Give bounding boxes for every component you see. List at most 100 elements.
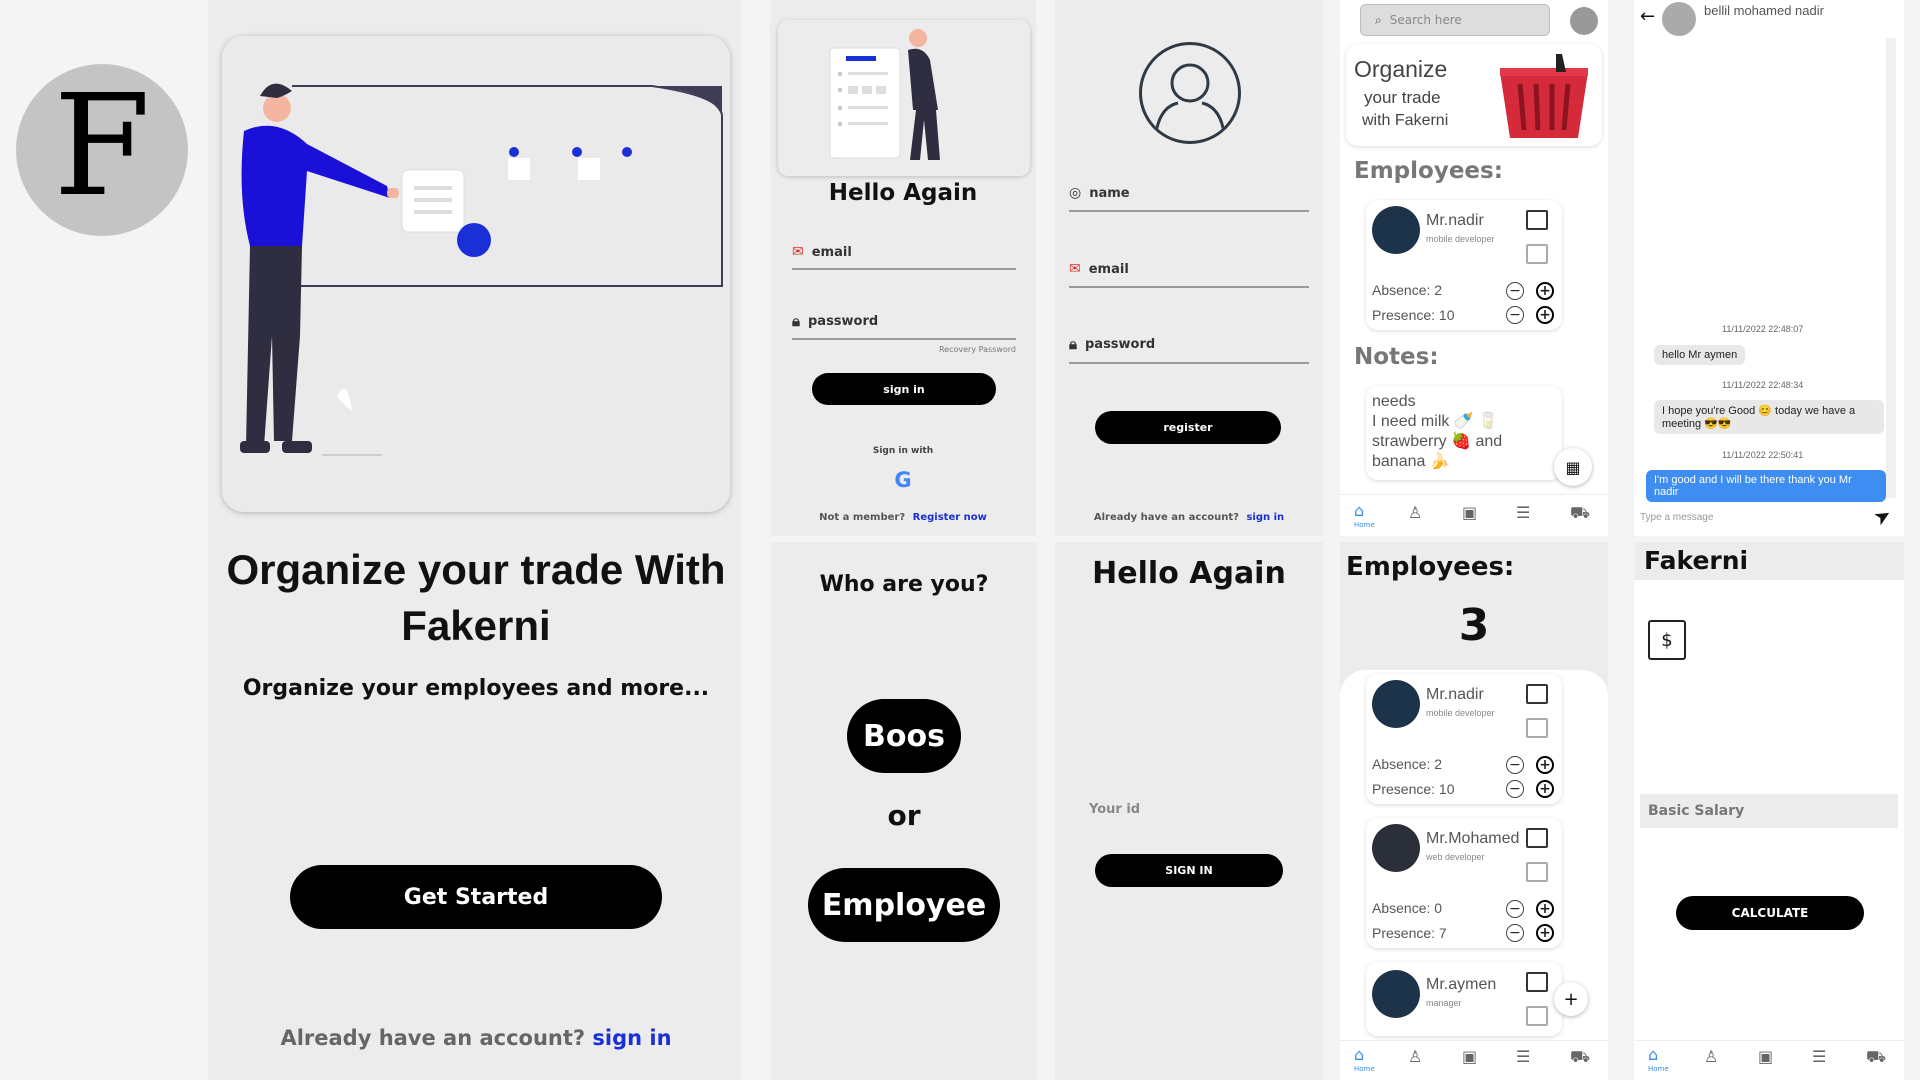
person-icon: ◎ — [1069, 185, 1082, 201]
employees-heading: Employees: — [1346, 552, 1515, 582]
plus-presence-button[interactable]: + — [1536, 306, 1554, 324]
absence-count: Absence: 2 — [1372, 282, 1443, 298]
employee-role: mobile developer — [1426, 708, 1495, 718]
cart-icon[interactable]: ⛟ — [1570, 503, 1590, 524]
notes-icon[interactable]: ☰ — [1812, 1047, 1826, 1066]
salary-icon[interactable]: ▣ — [1462, 503, 1477, 522]
id-card-icon[interactable] — [1526, 972, 1548, 992]
calculator-fab[interactable]: ▦ — [1554, 448, 1592, 486]
or-label: or — [887, 799, 921, 832]
minus-absence-button[interactable]: − — [1506, 282, 1524, 300]
login-screen: Hello Again ✉ email 🔒︎ password Recovery… — [770, 0, 1036, 536]
mail-icon[interactable] — [1526, 862, 1548, 882]
avatar — [1372, 824, 1420, 872]
plus-absence-button[interactable]: + — [1536, 282, 1554, 300]
plus-presence-button[interactable]: + — [1536, 924, 1554, 942]
employee-role: manager — [1426, 998, 1462, 1008]
login-password-field[interactable]: 🔒︎ password — [792, 304, 1016, 340]
login-email-field[interactable]: ✉ email — [792, 236, 1016, 270]
send-icon[interactable]: ➤ — [1869, 501, 1896, 530]
id-card-icon[interactable] — [1526, 210, 1548, 230]
employee-card[interactable]: Mr.aymen manager — [1366, 962, 1562, 1036]
employee-card[interactable]: Mr.nadir mobile developer Absence: 2 Pre… — [1366, 200, 1562, 330]
id-card-icon[interactable] — [1526, 684, 1548, 704]
form-illustration — [829, 29, 940, 160]
plus-absence-button[interactable]: + — [1536, 756, 1554, 774]
shopping-basket-icon — [1500, 54, 1588, 138]
message-bubble: I hope you're Good 😊 today we have a mee… — [1654, 400, 1884, 434]
register-signin-link[interactable]: sign in — [1246, 512, 1284, 523]
notes-card[interactable]: needs I need milk 🍼 🥛 strawberry 🍓 and b… — [1366, 386, 1562, 480]
banner-line-3: with Fakerni — [1362, 112, 1449, 129]
absence-count: Absence: 2 — [1372, 756, 1443, 772]
mail-icon[interactable] — [1526, 244, 1548, 264]
notes-icon[interactable]: ☰ — [1516, 503, 1530, 522]
employee-role: web developer — [1426, 852, 1485, 862]
mail-icon[interactable] — [1526, 718, 1548, 738]
cart-icon[interactable]: ⛟ — [1866, 1047, 1886, 1068]
home-icon[interactable]: ⌂ — [1648, 1045, 1658, 1064]
employees-icon[interactable]: ♙ — [1408, 1047, 1422, 1066]
employees-list: Mr.nadir mobile developer Absence: 2 Pre… — [1340, 670, 1608, 1080]
employees-count: 3 — [1458, 600, 1490, 651]
calculate-button[interactable]: CALCULATE — [1676, 896, 1864, 930]
search-icon: ⌕ — [1375, 12, 1382, 27]
register-button[interactable]: register — [1095, 411, 1281, 444]
mail-icon[interactable] — [1526, 1006, 1548, 1026]
register-now-link[interactable]: Register now — [913, 512, 987, 523]
employees-icon[interactable]: ♙ — [1704, 1047, 1718, 1066]
plus-absence-button[interactable]: + — [1536, 900, 1554, 918]
user-outline-icon — [1154, 63, 1226, 134]
plus-presence-button[interactable]: + — [1536, 780, 1554, 798]
landing-signin-link[interactable]: sign in — [592, 1026, 671, 1050]
home-icon[interactable]: ⌂ — [1354, 501, 1364, 520]
id-signin-button[interactable]: SIGN IN — [1095, 854, 1283, 887]
register-email-field[interactable]: ✉ email — [1069, 252, 1309, 288]
minus-presence-button[interactable]: − — [1506, 780, 1524, 798]
contact-avatar[interactable] — [1662, 2, 1696, 36]
register-footer: Already have an account? sign in — [1055, 512, 1323, 523]
landing-subtitle: Organize your employees and more... — [242, 676, 710, 701]
minus-absence-button[interactable]: − — [1506, 756, 1524, 774]
minus-presence-button[interactable]: − — [1506, 306, 1524, 324]
login-password-placeholder: password — [807, 313, 879, 329]
add-employee-fab[interactable]: + — [1554, 982, 1588, 1016]
employee-card[interactable]: Mr.Mohamed web developer Absence: 0 Pres… — [1366, 818, 1562, 948]
banner-line-2: your trade — [1364, 88, 1441, 107]
presence-count: Presence: 10 — [1372, 307, 1455, 323]
id-card-icon[interactable] — [1526, 828, 1548, 848]
avatar — [1372, 206, 1420, 254]
user-avatar[interactable] — [1570, 7, 1598, 35]
google-icon[interactable]: G — [891, 468, 915, 492]
salary-screen: Fakerni $ Basic Salary CALCULATE ⌂ Home … — [1634, 542, 1904, 1080]
landing-illustration — [222, 36, 730, 512]
salary-icon[interactable]: ▣ — [1758, 1047, 1773, 1066]
register-email-placeholder: email — [1088, 261, 1129, 277]
home-icon[interactable]: ⌂ — [1354, 1045, 1364, 1064]
back-arrow-icon[interactable]: ← — [1640, 6, 1655, 27]
absence-count: Absence: 0 — [1372, 900, 1443, 916]
logo-letter: F — [53, 64, 151, 228]
register-password-field[interactable]: 🔒︎ password — [1069, 326, 1309, 364]
notes-icon[interactable]: ☰ — [1516, 1047, 1530, 1066]
employee-card[interactable]: Mr.nadir mobile developer Absence: 2 Pre… — [1366, 674, 1562, 804]
lock-icon: 🔒︎ — [1069, 335, 1077, 353]
boss-button[interactable]: Boos — [847, 699, 961, 773]
cart-icon[interactable]: ⛟ — [1570, 1047, 1590, 1068]
employees-icon[interactable]: ♙ — [1408, 503, 1422, 522]
banner-line-1: Organize — [1354, 56, 1448, 82]
minus-absence-button[interactable]: − — [1506, 900, 1524, 918]
employee-button[interactable]: Employee — [808, 868, 1000, 942]
nav-home-label: Home — [1354, 521, 1375, 529]
login-signin-button[interactable]: sign in — [812, 373, 996, 405]
search-input[interactable]: ⌕ Search here — [1360, 4, 1550, 36]
recovery-password-link[interactable]: Recovery Password — [870, 345, 1016, 354]
id-input[interactable]: Your id — [1089, 802, 1289, 817]
login-email-placeholder: email — [811, 244, 852, 260]
register-name-field[interactable]: ◎ name — [1069, 176, 1309, 212]
salary-icon[interactable]: ▣ — [1462, 1047, 1477, 1066]
get-started-button[interactable]: Get Started — [290, 865, 662, 929]
minus-presence-button[interactable]: − — [1506, 924, 1524, 942]
message-input[interactable]: Type a message — [1640, 512, 1840, 523]
basic-salary-input[interactable]: Basic Salary — [1640, 794, 1898, 828]
